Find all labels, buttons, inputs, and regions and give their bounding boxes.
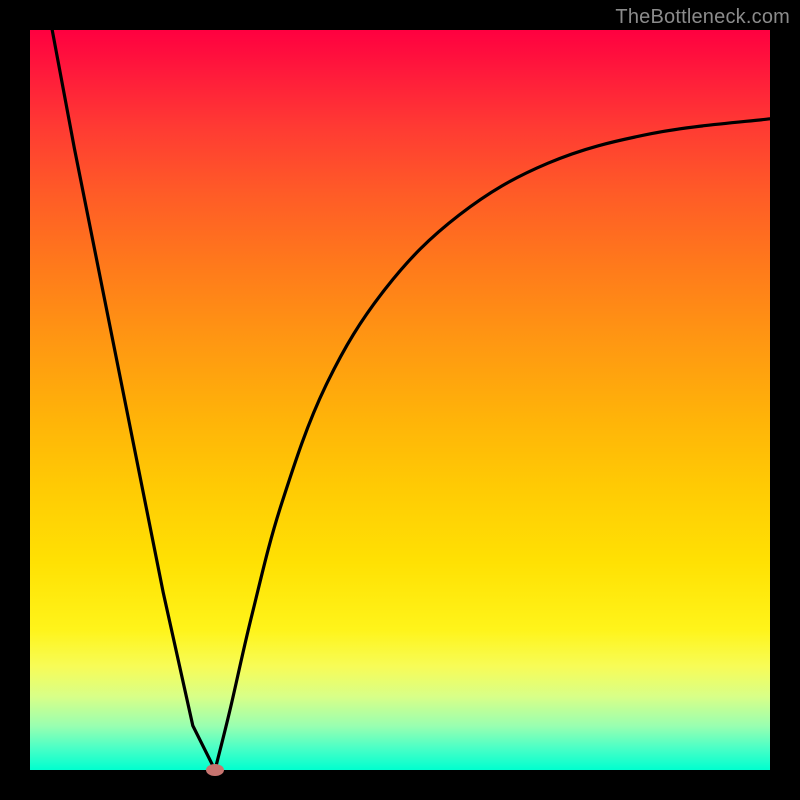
plot-area bbox=[30, 30, 770, 770]
watermark-text: TheBottleneck.com bbox=[615, 6, 790, 29]
curve-layer bbox=[30, 30, 770, 770]
curve-right-branch bbox=[215, 119, 770, 770]
curve-left-branch bbox=[52, 30, 215, 770]
chart-frame: TheBottleneck.com bbox=[0, 0, 800, 800]
minimum-marker bbox=[206, 764, 224, 776]
